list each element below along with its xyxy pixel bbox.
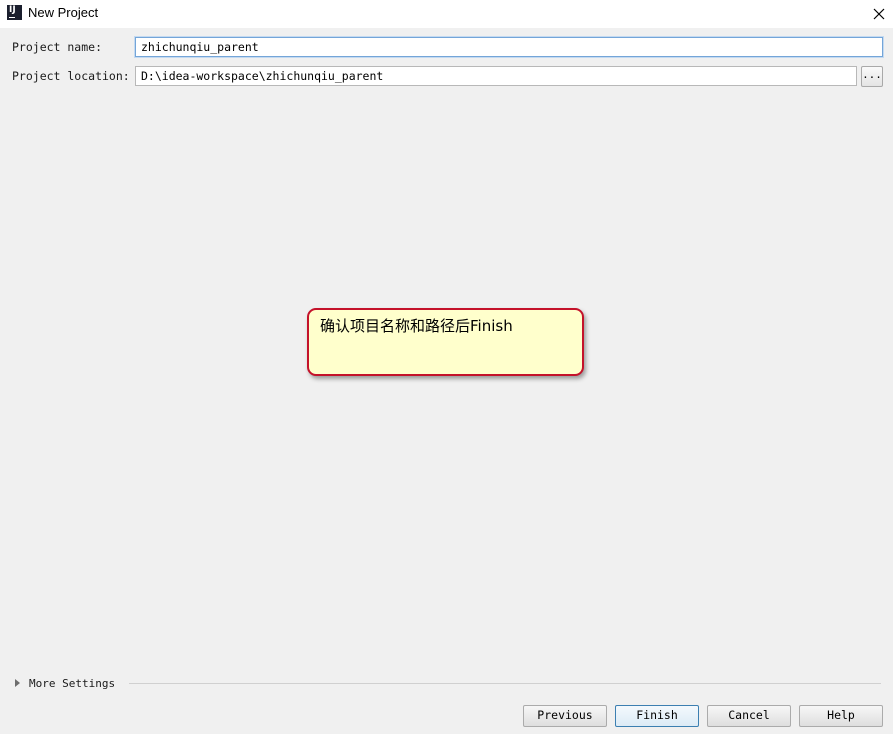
app-icon: IJ: [7, 5, 22, 20]
previous-button[interactable]: Previous: [523, 705, 607, 727]
annotation-callout: 确认项目名称和路径后Finish: [307, 308, 584, 376]
finish-button[interactable]: Finish: [615, 705, 699, 727]
expand-triangle-icon: [15, 679, 20, 687]
window-title: New Project: [28, 5, 99, 20]
close-icon: [873, 8, 885, 20]
close-button[interactable]: [865, 0, 893, 28]
help-button[interactable]: Help: [799, 705, 883, 727]
project-location-label: Project location:: [12, 69, 130, 83]
divider: [129, 683, 881, 684]
project-name-label: Project name:: [12, 40, 103, 54]
cancel-button[interactable]: Cancel: [707, 705, 791, 727]
more-settings-label: More Settings: [29, 676, 116, 690]
annotation-text: 确认项目名称和路径后Finish: [320, 317, 513, 335]
more-settings-toggle[interactable]: More Settings: [15, 675, 115, 691]
title-bar: IJ New Project: [0, 0, 893, 28]
browse-button[interactable]: ...: [861, 66, 883, 87]
project-name-input[interactable]: zhichunqiu_parent: [135, 37, 883, 57]
project-location-input[interactable]: D:\idea-workspace\zhichunqiu_parent: [135, 66, 857, 86]
